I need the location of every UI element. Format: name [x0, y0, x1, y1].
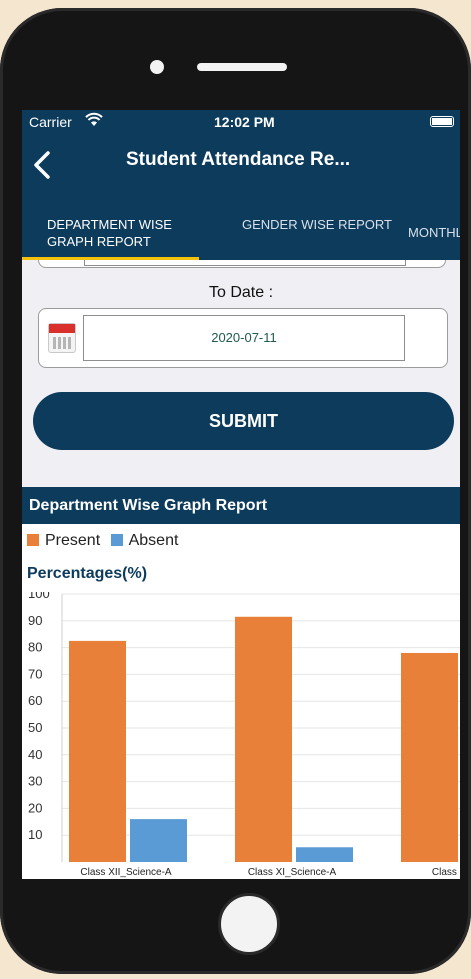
back-button[interactable] [32, 144, 62, 184]
bar-present [235, 616, 292, 862]
bar-absent [296, 847, 353, 862]
tab-department-wise[interactable]: DEPARTMENT WISE GRAPH REPORT [47, 216, 207, 250]
app-screen: Carrier 12:02 PM Student Attendance Re..… [22, 110, 460, 879]
battery-icon [430, 116, 454, 127]
y-tick-label: 20 [28, 800, 42, 815]
to-date-label: To Date : [208, 284, 274, 301]
tab-monthly[interactable]: MONTHL [408, 224, 460, 241]
calendar-icon[interactable] [48, 323, 76, 353]
y-tick-label: 60 [28, 693, 42, 708]
tab-gender-wise[interactable]: GENDER WISE REPORT [242, 216, 392, 233]
chevron-left-icon [34, 151, 50, 179]
report-header: Department Wise Graph Report [22, 487, 460, 524]
legend-swatch-present [27, 534, 39, 546]
navigation-bar: Student Attendance Re... [22, 134, 460, 204]
to-date-container: 2020-07-11 [38, 308, 448, 368]
y-tick-label: 10 [28, 827, 42, 842]
y-tick-label: 80 [28, 640, 42, 655]
front-camera [150, 60, 164, 74]
page-title: Student Attendance Re... [126, 149, 351, 170]
status-bar: Carrier 12:02 PM [22, 110, 460, 134]
x-tick-label: Class XII_S [432, 867, 460, 878]
clock: 12:02 PM [214, 114, 275, 130]
chart-container: Present Absent Percentages(%) 10 20 30 40 50… [22, 524, 460, 879]
legend-label-absent: Absent [128, 532, 179, 549]
y-tick-label: 40 [28, 747, 42, 762]
legend-swatch-absent [110, 534, 123, 546]
y-tick-label: 30 [28, 774, 42, 789]
y-tick-label: 100 [28, 592, 50, 601]
y-axis-label: Percentages(%) [27, 565, 148, 582]
bar-absent [130, 819, 187, 862]
x-tick-label: Class XI_Science-A [248, 867, 337, 878]
tab-bar: DEPARTMENT WISE GRAPH REPORT GENDER WISE… [22, 204, 460, 260]
y-tick-label: 90 [28, 613, 42, 628]
from-date-field-partial [38, 260, 446, 268]
home-button[interactable] [218, 893, 280, 955]
submit-button[interactable]: SUBMIT [33, 392, 454, 450]
legend-item-present: Present [27, 532, 100, 550]
legend-label-present: Present [45, 532, 101, 549]
earpiece-speaker [197, 63, 287, 71]
bar-chart: 10 20 30 40 50 60 70 80 90 100 Class XII_Science-A… [28, 592, 460, 878]
to-date-input[interactable]: 2020-07-11 [83, 315, 405, 361]
legend-item-absent: Absent [110, 532, 179, 550]
y-tick-label: 50 [28, 720, 42, 735]
bar-present [401, 652, 458, 862]
x-tick-label: Class XII_Science-A [80, 867, 171, 878]
bar-present [69, 640, 126, 862]
chart-legend: Present Absent [27, 532, 184, 550]
y-tick-label: 70 [28, 666, 42, 681]
wifi-icon [85, 112, 103, 131]
carrier-label: Carrier [29, 114, 72, 130]
